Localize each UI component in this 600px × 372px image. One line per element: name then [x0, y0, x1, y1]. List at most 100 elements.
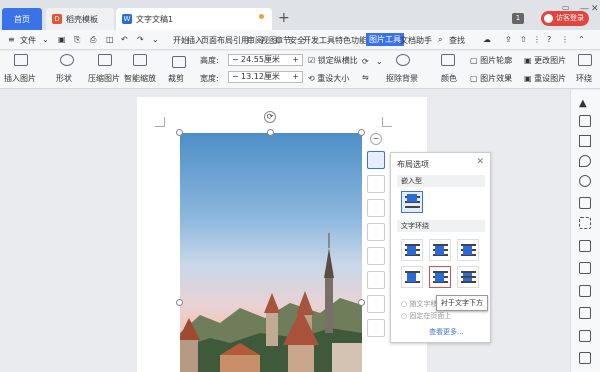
height-field[interactable]: − 24.55厘米 + — [228, 54, 303, 66]
tab-template[interactable]: D 稻壳模板 — [46, 8, 114, 30]
crop-button[interactable]: 裁剪 — [168, 73, 184, 84]
settings-icon[interactable] — [579, 262, 591, 274]
export-icon[interactable]: ⎘ — [74, 35, 80, 45]
menu-picture-tools[interactable]: 图片工具 — [366, 33, 404, 46]
wrap-top-bottom-option[interactable] — [401, 266, 423, 288]
city-skyline-illustration — [180, 233, 362, 372]
save-icon[interactable]: ▣ — [58, 35, 66, 44]
tab-home[interactable]: 首页 — [2, 8, 42, 30]
resize-handle[interactable] — [176, 129, 183, 136]
wrap-button[interactable]: 环绕 — [576, 73, 592, 84]
resize-handle[interactable] — [358, 299, 365, 306]
insert-picture-button[interactable]: 插入图片 — [4, 73, 36, 84]
menu-features[interactable]: 特色功能 — [335, 35, 367, 46]
upload-icon[interactable]: ⇧ — [520, 35, 527, 44]
remove-bg-button[interactable]: 抠除背景 — [386, 73, 418, 84]
menu-developer[interactable]: 开发工具 — [303, 35, 335, 46]
zoom-icon[interactable] — [367, 175, 385, 193]
wrap-square-option[interactable] — [401, 239, 423, 261]
chevron-down-icon[interactable]: ⌄ — [152, 35, 159, 44]
height-label: 高度: — [200, 56, 219, 65]
menu-page-layout[interactable]: 页面布局 — [201, 35, 233, 46]
more-tools-icon[interactable] — [367, 319, 385, 337]
more-icon[interactable]: ⋮ — [561, 35, 569, 44]
chevron-down-icon[interactable]: ⌄ — [42, 35, 49, 44]
remove-bg-icon — [396, 54, 410, 66]
bookmark-icon[interactable] — [579, 307, 591, 319]
rotate-icon[interactable]: ⟳ — [362, 57, 369, 66]
lock-ratio-label: 锁定纵横比 — [317, 56, 358, 65]
restore-icon[interactable]: ▭ — [562, 3, 570, 12]
wrap-through-option[interactable] — [457, 239, 479, 261]
help-icon[interactable]: ? — [547, 35, 551, 44]
change-picture-button[interactable]: ▣ 更改图片 — [524, 55, 566, 66]
reset-size-button[interactable]: ⟲ 重设大小 — [308, 73, 349, 84]
see-more-link[interactable]: 查看更多... — [429, 327, 464, 337]
fill-icon[interactable] — [579, 175, 591, 187]
location-icon[interactable] — [579, 155, 591, 167]
delete-icon[interactable] — [579, 352, 591, 364]
lock-ratio-checkbox[interactable]: ☑ 锁定纵横比 — [308, 55, 358, 66]
color-button[interactable]: 颜色 — [441, 73, 457, 84]
menu-hamburger-icon[interactable]: ≡ — [8, 35, 15, 44]
reset-picture-button[interactable]: ▣ 重设图片 — [524, 73, 566, 84]
wrap-in-front-option[interactable] — [457, 266, 479, 288]
more-icon[interactable]: ⋮ — [533, 35, 541, 44]
picture-edit-icon[interactable] — [367, 199, 385, 217]
print-icon[interactable]: ⎙ — [90, 35, 96, 45]
menu-file[interactable]: 文件 — [20, 35, 36, 46]
apps-icon[interactable] — [579, 217, 591, 229]
width-field[interactable]: − 13.12厘米 + — [228, 71, 303, 83]
tab-document[interactable]: W 文字文稿1 — [116, 8, 272, 30]
compress-button[interactable]: 压缩图片 — [88, 73, 120, 84]
undo-icon[interactable]: ↶ — [121, 35, 128, 44]
share-icon[interactable]: ⇪ — [505, 35, 512, 44]
close-icon[interactable]: ✕ — [591, 4, 599, 14]
writer-doc-icon: W — [122, 14, 132, 24]
picture-effect-label: 图片效果 — [480, 74, 513, 83]
shape-button[interactable]: 形状 — [56, 73, 72, 84]
note-icon[interactable] — [579, 330, 591, 342]
select-icon[interactable] — [579, 197, 591, 209]
minus-icon[interactable]: − — [232, 55, 239, 65]
new-tab-plus-icon[interactable]: + — [278, 10, 290, 26]
plus-icon[interactable]: + — [292, 72, 299, 82]
menu-doc-helper[interactable]: 文档助手 — [400, 35, 432, 46]
resize-handle[interactable] — [176, 299, 183, 306]
translate-icon[interactable] — [579, 285, 591, 297]
menu-search[interactable]: 查找 — [449, 35, 465, 46]
wrap-behind-text-option[interactable] — [429, 266, 451, 288]
fixed-on-page-radio[interactable]: ○ 固定在页面上 — [401, 311, 451, 321]
crop-icon[interactable] — [367, 223, 385, 241]
copy-picture-icon[interactable] — [367, 271, 385, 289]
flip-icon[interactable]: ⇋ — [362, 73, 369, 82]
edit-icon[interactable] — [579, 115, 591, 127]
image-to-text-icon[interactable] — [367, 295, 385, 313]
tooltip: 衬于文字下方 — [436, 295, 488, 311]
remove-bg-icon[interactable] — [367, 247, 385, 265]
wrap-inline-option[interactable] — [401, 191, 423, 213]
minimize-icon[interactable]: — — [580, 4, 589, 14]
layout-options-icon[interactable] — [367, 151, 385, 169]
cloud-icon[interactable]: ☁ — [483, 35, 491, 44]
preview-icon[interactable]: ◫ — [106, 35, 114, 44]
redo-icon[interactable]: ↷ — [137, 35, 144, 44]
close-icon[interactable]: ✕ — [476, 157, 484, 167]
plus-icon[interactable]: + — [292, 55, 299, 65]
chevron-down-icon[interactable]: ⌄ — [376, 57, 383, 66]
chart-icon[interactable] — [579, 240, 591, 252]
smart-scale-button[interactable]: 智能缩放 — [124, 73, 156, 84]
collapse-icon[interactable]: − — [370, 133, 382, 145]
inserted-picture[interactable] — [180, 133, 362, 372]
search-icon[interactable]: ⌕ — [438, 35, 442, 45]
wrap-tight-option[interactable] — [429, 239, 451, 261]
minus-icon[interactable]: − — [232, 72, 239, 82]
picture-outline-button[interactable]: ▢ 图片轮廓 — [470, 55, 512, 66]
resize-handle[interactable] — [267, 129, 274, 136]
resize-handle[interactable] — [358, 129, 365, 136]
picture-effect-button[interactable]: ▢ 图片效果 — [470, 73, 512, 84]
arrow-up-icon[interactable]: ▲ — [579, 98, 591, 110]
collapse-ribbon-icon[interactable]: ⌃ — [578, 35, 585, 44]
cursor-icon[interactable] — [579, 135, 591, 147]
rotate-handle-icon[interactable]: ⟳ — [264, 111, 276, 123]
